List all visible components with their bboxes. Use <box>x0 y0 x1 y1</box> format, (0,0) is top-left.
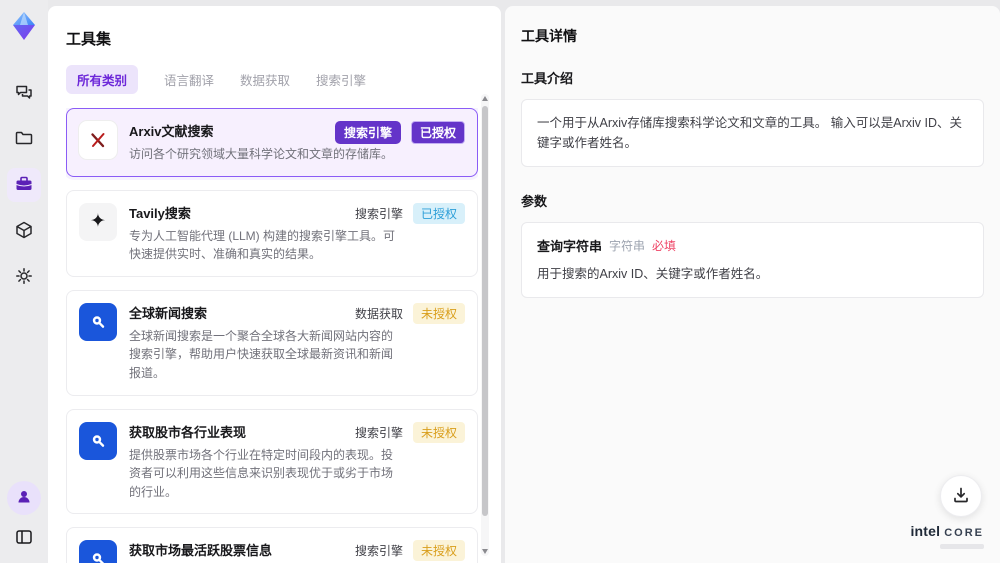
tool-description: 专为人工智能代理 (LLM) 构建的搜索引擎工具。可快速提供实时、准确和真实的结… <box>129 228 396 262</box>
intel-logo-text: intel <box>910 523 941 539</box>
scrollbar[interactable] <box>481 94 489 556</box>
search-logo-icon <box>79 540 117 563</box>
arxiv-logo-icon <box>79 121 117 159</box>
status-badge: 已授权 <box>410 121 465 144</box>
download-button[interactable] <box>940 475 982 517</box>
tool-list: Arxiv文献搜索 访问各个研究领域大量科学论文和文章的存储库。 搜索引擎 已授… <box>66 108 478 563</box>
status-badge: 未授权 <box>412 302 465 324</box>
briefcase-icon <box>14 174 34 197</box>
status-badge: 未授权 <box>412 540 465 562</box>
tab-search-engine[interactable]: 搜索引擎 <box>316 65 366 94</box>
scroll-up-icon[interactable] <box>482 96 488 101</box>
panel-toggle-icon <box>14 527 34 550</box>
user-icon <box>15 488 33 509</box>
tool-list-item-active-stocks[interactable]: 获取市场最活跃股票信息 提供当天交易量最高的股票列表，投资者可以利用这些信息来识… <box>66 527 478 563</box>
search-logo-icon <box>79 421 117 460</box>
status-badge: 未授权 <box>412 421 465 443</box>
download-icon <box>951 485 971 508</box>
tool-list-item-arxiv[interactable]: Arxiv文献搜索 访问各个研究领域大量科学论文和文章的存储库。 搜索引擎 已授… <box>66 108 478 177</box>
sparkle-icon: ✦ <box>79 202 117 241</box>
param-description: 用于搜索的Arxiv ID、关键字或作者姓名。 <box>537 267 769 281</box>
tool-list-item-stock-sectors[interactable]: 获取股市各行业表现 提供股票市场各个行业在特定时间段内的表现。投资者可以利用这些… <box>66 408 478 515</box>
tool-detail-panel: 工具详情 工具介绍 一个用于从Arxiv存储库搜索科学论文和文章的工具。 输入可… <box>505 6 1000 563</box>
scrollbar-thumb[interactable] <box>482 106 488 516</box>
param-type: 字符串 <box>609 239 646 253</box>
tool-list-panel: 工具集 所有类别 语言翻译 数据获取 搜索引擎 Arxiv文献搜索 访问各个研究… <box>48 6 501 563</box>
sidebar-item-settings[interactable] <box>7 260 41 294</box>
scroll-down-icon[interactable] <box>482 549 488 554</box>
tool-list-item-global-news[interactable]: 全球新闻搜索 全球新闻搜索是一个聚合全球各大新闻网站内容的搜索引擎，帮助用户快速… <box>66 289 478 396</box>
intro-heading: 工具介绍 <box>521 71 574 86</box>
search-logo-icon <box>79 302 117 341</box>
params-heading: 参数 <box>521 194 548 209</box>
intel-core-logo: intel core <box>910 523 984 549</box>
parameter-box: 查询字符串 字符串 必填 用于搜索的Arxiv ID、关键字或作者姓名。 <box>521 222 984 298</box>
category-label: 搜索引擎 <box>354 206 403 221</box>
sidebar-item-profile[interactable] <box>7 481 41 515</box>
sidebar-item-models[interactable] <box>7 214 41 248</box>
category-label: 搜索引擎 <box>354 425 403 440</box>
logo-subtext <box>940 544 984 549</box>
sidebar <box>0 0 48 563</box>
category-label: 数据获取 <box>354 306 403 321</box>
sidebar-bottom <box>7 481 41 555</box>
chat-icon <box>14 82 34 105</box>
folder-icon <box>14 128 34 151</box>
tab-data-fetch[interactable]: 数据获取 <box>240 65 290 94</box>
intro-box: 一个用于从Arxiv存储库搜索科学论文和文章的工具。 输入可以是Arxiv ID… <box>521 99 984 167</box>
tool-description: 访问各个研究领域大量科学论文和文章的存储库。 <box>129 147 394 161</box>
tool-list-item-tavily[interactable]: ✦ Tavily搜索 专为人工智能代理 (LLM) 构建的搜索引擎工具。可快速提… <box>66 189 478 277</box>
detail-title: 工具详情 <box>521 28 577 44</box>
param-required-badge: 必填 <box>652 239 677 253</box>
category-badge: 搜索引擎 <box>334 121 401 144</box>
cube-icon <box>14 220 34 243</box>
status-badge: 已授权 <box>412 202 465 224</box>
core-logo-text: core <box>944 527 984 539</box>
tool-description: 全球新闻搜索是一个聚合全球各大新闻网站内容的搜索引擎，帮助用户快速获取全球最新资… <box>129 328 394 380</box>
sidebar-item-collapse[interactable] <box>7 521 41 555</box>
sidebar-nav <box>7 76 41 294</box>
sidebar-item-tools[interactable] <box>7 168 41 202</box>
category-tabs: 所有类别 语言翻译 数据获取 搜索引擎 <box>66 65 501 94</box>
category-label: 搜索引擎 <box>354 544 403 559</box>
tool-description: 提供股票市场各个行业在特定时间段内的表现。投资者可以利用这些信息来识别表现优于或… <box>129 447 394 499</box>
page-title: 工具集 <box>66 31 112 48</box>
sidebar-item-files[interactable] <box>7 122 41 156</box>
tab-all-categories[interactable]: 所有类别 <box>66 65 139 94</box>
app-logo-icon <box>9 10 39 42</box>
tab-language-translation[interactable]: 语言翻译 <box>164 65 214 94</box>
param-name: 查询字符串 <box>537 239 603 254</box>
sidebar-item-chat[interactable] <box>7 76 41 110</box>
gear-icon <box>14 266 34 289</box>
intro-text: 一个用于从Arxiv存储库搜索科学论文和文章的工具。 输入可以是Arxiv ID… <box>537 116 963 150</box>
